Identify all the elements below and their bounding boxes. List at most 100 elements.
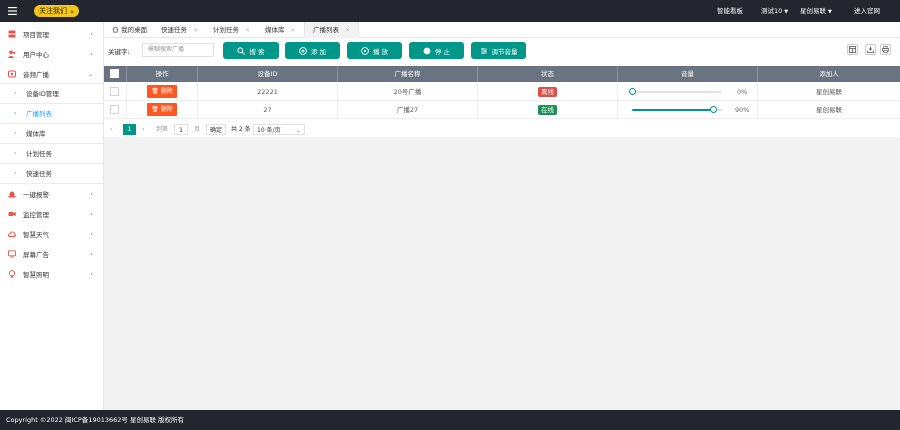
sidebar-item-broadcast-list[interactable]: › 广播列表 — [0, 103, 103, 123]
tab-my-desktop[interactable]: 我的桌面 — [104, 22, 156, 38]
menu-toggle-icon[interactable] — [0, 0, 24, 22]
header-actions: 操作 — [127, 66, 198, 82]
sidebar-item-device-id[interactable]: › 设备ID管理 — [0, 83, 103, 103]
row-checkbox[interactable] — [110, 87, 119, 96]
chevron-left-icon: ‹ — [90, 190, 93, 198]
volume-value: 90% — [735, 106, 750, 114]
main-content: 关键字: 模糊搜索广播 搜 索 添 加 播 放 停 止 调节音量 操作 设备ID… — [104, 38, 900, 410]
search-button[interactable]: 搜 索 — [223, 42, 279, 59]
tab-media-library[interactable]: 媒体库 ✕ — [257, 22, 305, 38]
page-size-select[interactable]: 10 条/页 ⌄ — [253, 124, 305, 135]
volume-slider-handle[interactable] — [709, 106, 717, 113]
volume-slider[interactable] — [632, 106, 722, 113]
delete-button[interactable]: 🗑 删除 — [147, 85, 177, 98]
user-menu[interactable]: 测试10 ▼ — [761, 0, 788, 22]
tab-quick-tasks[interactable]: 快速任务 ✕ — [153, 22, 209, 38]
current-page[interactable]: 1 — [123, 124, 136, 135]
chevron-left-icon: ‹ — [90, 250, 93, 258]
sliders-icon — [480, 47, 488, 55]
header-added-by: 添加人 — [819, 70, 839, 78]
sidebar-item-monitoring[interactable]: 监控管理 ‹ — [0, 204, 103, 224]
chevron-left-icon: ‹ — [90, 210, 93, 218]
column-filter-icon[interactable] — [847, 44, 858, 55]
chevron-down-icon: ⌄ — [87, 70, 93, 78]
volume-slider[interactable] — [628, 88, 722, 95]
chevron-right-icon: › — [14, 89, 17, 97]
follow-us-button[interactable]: 关注我们 ▸ — [34, 5, 79, 17]
chevron-right-icon: › — [14, 109, 17, 117]
status-badge: 离线 — [538, 87, 557, 97]
cell-broadcast-name: 广播27 — [338, 101, 478, 119]
sidebar-item-users[interactable]: 用户中心 ‹ — [0, 44, 103, 64]
total-count: 共 2 条 — [231, 126, 251, 133]
cell-device-id: 22221 — [198, 83, 338, 101]
play-button[interactable]: 播 放 — [347, 42, 402, 59]
header-status: 状态 — [478, 66, 618, 82]
tab-bar: 我的桌面 快速任务 ✕ 计划任务 ✕ 媒体库 ✕ 广播列表 ✕ — [104, 22, 900, 38]
company-menu[interactable]: 星创易联 ▼ — [800, 0, 832, 22]
keyword-label: 关键字: — [108, 48, 130, 56]
row-checkbox[interactable] — [110, 105, 119, 114]
visit-website-link[interactable]: 进入官网 — [854, 0, 880, 22]
stop-button[interactable]: 停 止 — [409, 42, 464, 59]
search-icon — [237, 46, 246, 55]
monitor-icon — [8, 250, 16, 258]
page-input[interactable]: 1 — [174, 124, 188, 135]
camera-icon — [8, 210, 16, 218]
chevron-left-icon: ‹ — [90, 30, 93, 38]
confirm-page-button[interactable]: 确定 — [206, 124, 227, 135]
top-navbar: 关注我们 ▸ 智能看板 测试10 ▼ 星创易联 ▼ 进入官网 — [0, 0, 900, 22]
goto-label: 到第 — [156, 126, 169, 133]
home-icon — [112, 26, 119, 34]
tab-scheduled-tasks[interactable]: 计划任务 ✕ — [205, 22, 257, 38]
tab-broadcast-list[interactable]: 广播列表 ✕ — [304, 22, 359, 38]
close-icon[interactable]: ✕ — [193, 27, 198, 34]
cell-status: 离线 — [478, 83, 618, 101]
export-icon[interactable] — [865, 44, 876, 55]
sidebar-item-screen-ads[interactable]: 屏幕广告 ‹ — [0, 244, 103, 264]
chevron-left-icon: ‹ — [90, 230, 93, 238]
footer: Copyright ©2022 闽ICP备19013662号 星创易联 版权所有 — [0, 410, 900, 430]
add-button[interactable]: 添 加 — [285, 42, 340, 59]
delete-button[interactable]: 🗑 删除 — [147, 103, 177, 116]
sidebar-item-quick-tasks[interactable]: › 快速任务 — [0, 163, 103, 183]
sidebar-item-weather[interactable]: 智慧天气 ‹ — [0, 224, 103, 244]
next-page-icon[interactable]: › — [142, 124, 144, 135]
trash-icon: 🗑 — [151, 106, 159, 113]
status-badge: 在线 — [538, 105, 557, 115]
print-icon[interactable] — [880, 44, 891, 55]
caret-down-icon: ▼ — [784, 9, 789, 15]
sidebar-item-alarm[interactable]: 一键报警 ‹ — [0, 184, 103, 204]
sidebar-item-audio-broadcast[interactable]: 音频广播 ⌄ — [0, 64, 103, 84]
close-icon[interactable]: ✕ — [291, 27, 296, 34]
cell-device-id: 27 — [198, 101, 338, 119]
cell-added-by: 星创易联 — [816, 88, 842, 96]
close-icon[interactable]: ✕ — [245, 27, 250, 34]
cell-added-by: 星创易联 — [816, 106, 842, 114]
users-icon — [8, 50, 16, 58]
cloud-icon — [8, 230, 16, 238]
sidebar-item-scheduled-tasks[interactable]: › 计划任务 — [0, 143, 103, 163]
volume-slider-handle[interactable] — [628, 88, 636, 95]
table-row: 🗑 删除 27 广播27 在线 90% 星创易联 — [104, 101, 900, 119]
adjust-volume-button[interactable]: 调节音量 — [471, 42, 526, 59]
table-header: 操作 设备ID 广播名称 状态 音量 添加人 — [104, 66, 900, 82]
cell-status: 在线 — [478, 101, 618, 119]
page-unit-label: 页 — [194, 126, 201, 133]
sidebar-item-lighting[interactable]: 智慧照明 ‹ — [0, 264, 103, 284]
sidebar-item-projects[interactable]: 项目管理 ‹ — [0, 24, 103, 44]
chevron-down-icon: ⌄ — [295, 127, 301, 134]
trash-icon: 🗑 — [151, 88, 159, 95]
search-input[interactable]: 模糊搜索广播 — [142, 43, 214, 57]
sidebar-item-media-library[interactable]: › 媒体库 — [0, 123, 103, 143]
chevron-right-icon: › — [14, 169, 17, 177]
select-all-checkbox[interactable] — [110, 69, 119, 78]
plus-circle-icon — [299, 46, 307, 55]
close-icon[interactable]: ✕ — [345, 27, 350, 34]
stop-icon — [423, 47, 431, 55]
chevron-left-icon: ‹ — [90, 50, 93, 58]
pagination: ‹ 1 › 到第 1 页 确定 共 2 条 10 条/页 ⌄ — [104, 122, 900, 136]
prev-page-icon[interactable]: ‹ — [110, 124, 112, 135]
bulb-icon — [8, 270, 16, 278]
dashboard-link[interactable]: 智能看板 — [717, 0, 743, 22]
